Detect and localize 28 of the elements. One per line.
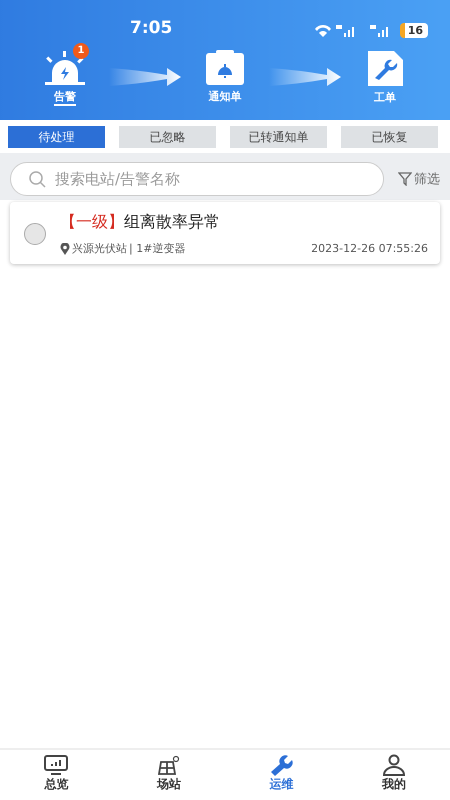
battery-level: 16 <box>400 23 428 38</box>
status-tab[interactable]: 已忽略 <box>119 126 216 148</box>
bell-clipboard-icon <box>204 48 246 86</box>
flow-step[interactable]: 告警 <box>54 88 76 106</box>
filter-button[interactable]: 筛选 <box>398 170 440 188</box>
status-time: 7:05 <box>130 18 172 38</box>
alarm-level: 【一级】 <box>60 212 124 233</box>
solar-panel-icon <box>156 754 182 776</box>
alarm-card[interactable]: 【一级】组离散率异常 兴源光伏站 | 1#逆变器 2023-12-26 07:55:26 <box>10 202 440 264</box>
alarm-title: 组离散率异常 <box>124 212 220 233</box>
status-tab[interactable]: 待处理 <box>8 126 105 148</box>
filter-icon <box>398 172 412 186</box>
person-icon <box>380 754 407 776</box>
nav-tab[interactable]: 我的 <box>364 750 424 800</box>
alarm-time: 2023-12-26 07:55:26 <box>311 242 428 255</box>
monitor-chart-icon <box>43 754 70 776</box>
nav-tab[interactable]: 总览 <box>26 750 86 800</box>
select-radio[interactable] <box>24 223 46 245</box>
search-icon <box>28 170 46 188</box>
location-pin-icon <box>60 242 70 254</box>
nav-tab[interactable]: 场站 <box>138 750 199 800</box>
count-badge: 1 <box>73 42 89 58</box>
nav-tab[interactable]: 运维 <box>251 750 312 800</box>
search-field[interactable]: 搜索电站/告警名称 <box>10 162 384 196</box>
station-name: 兴源光伏站 <box>72 241 127 256</box>
device-name: | 1#逆变器 <box>129 241 186 256</box>
status-tab[interactable]: 已恢复 <box>341 126 438 148</box>
status-tab[interactable]: 已转通知单 <box>230 126 327 148</box>
